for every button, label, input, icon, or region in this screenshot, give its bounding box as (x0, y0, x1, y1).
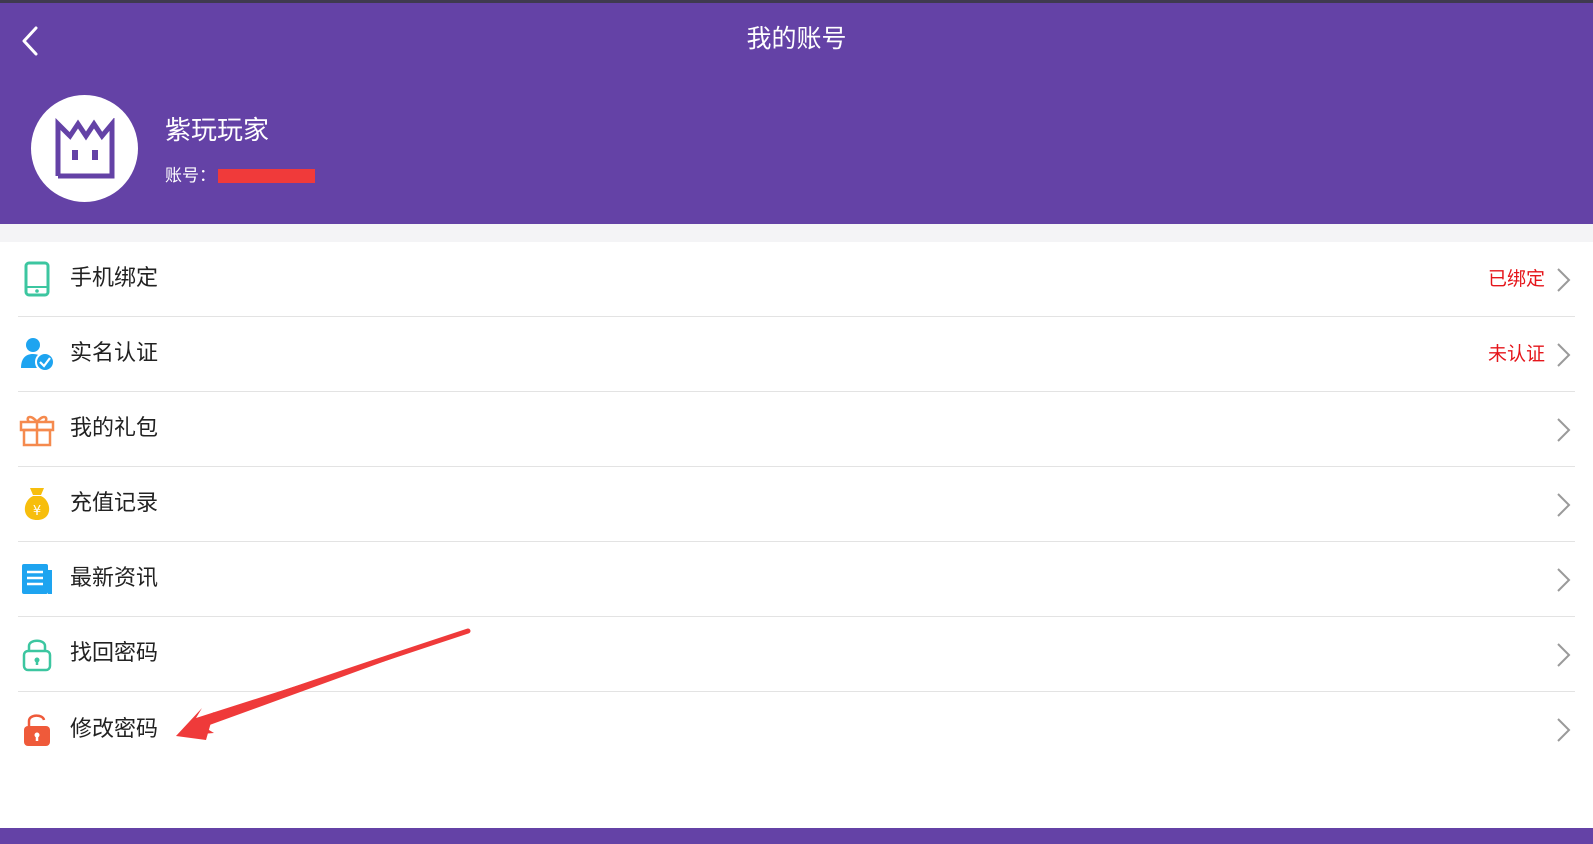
item-icon-wrap (19, 636, 55, 672)
unlock-icon (24, 713, 50, 746)
chevron-right-icon (1557, 493, 1571, 517)
chevron-right-icon (1557, 718, 1571, 742)
menu-list: 手机绑定 已绑定 实名认证 未认证 我的礼包 ¥ 充值记录 最新资讯 找回密码 … (0, 242, 1593, 767)
chevron-right-icon (1557, 418, 1571, 442)
chevron-right-icon (1557, 343, 1571, 367)
user-name: 紫玩玩家 (165, 116, 270, 146)
item-icon-wrap (19, 261, 55, 297)
item-icon-wrap (19, 561, 55, 597)
status-badge: 已绑定 (1487, 268, 1545, 290)
item-icon-wrap: ¥ (19, 486, 55, 522)
menu-item-label: 充值记录 (70, 491, 159, 516)
menu-item-change-password[interactable]: 修改密码 (18, 692, 1575, 767)
menu-item-label: 找回密码 (70, 641, 159, 666)
menu-item-label: 实名认证 (70, 341, 159, 366)
item-icon-wrap (19, 336, 55, 372)
crown-face-icon (55, 117, 114, 178)
menu-item-latest-news[interactable]: 最新资讯 (18, 542, 1575, 617)
menu-item-phone-binding[interactable]: 手机绑定 已绑定 (18, 242, 1575, 317)
page: 我的账号 紫玩玩家 账号： 手机绑定 已绑定 实名认证 未认证 我的礼包 ¥ 充… (0, 0, 1593, 844)
menu-item-recover-password[interactable]: 找回密码 (18, 617, 1575, 692)
section-gap (0, 224, 1593, 242)
user-verified-icon (21, 338, 55, 372)
menu-item-real-name[interactable]: 实名认证 未认证 (18, 317, 1575, 392)
account-row: 账号： (165, 163, 315, 189)
header: 我的账号 紫玩玩家 账号： (0, 3, 1593, 224)
news-icon (22, 564, 52, 594)
status-badge: 未认证 (1487, 343, 1545, 365)
phone-icon (24, 261, 50, 297)
chevron-right-icon (1557, 268, 1571, 292)
chevron-right-icon (1557, 643, 1571, 667)
avatar[interactable] (31, 95, 138, 202)
item-icon-wrap (19, 712, 55, 748)
account-label: 账号： (165, 166, 216, 186)
menu-item-my-gifts[interactable]: 我的礼包 (18, 392, 1575, 467)
chevron-right-icon (1557, 568, 1571, 592)
menu-item-label: 手机绑定 (70, 266, 159, 291)
bottom-bar (0, 828, 1593, 844)
menu-item-label: 我的礼包 (70, 416, 159, 441)
item-icon-wrap (19, 411, 55, 447)
svg-text:¥: ¥ (33, 504, 41, 519)
money-bag-icon: ¥ (24, 488, 50, 520)
lock-icon (22, 639, 52, 672)
menu-item-label: 修改密码 (70, 716, 159, 742)
gift-icon (19, 415, 55, 447)
menu-item-label: 最新资讯 (70, 566, 159, 591)
page-title: 我的账号 (746, 24, 847, 53)
account-redacted (218, 169, 315, 183)
menu-item-recharge-records[interactable]: ¥ 充值记录 (18, 467, 1575, 542)
